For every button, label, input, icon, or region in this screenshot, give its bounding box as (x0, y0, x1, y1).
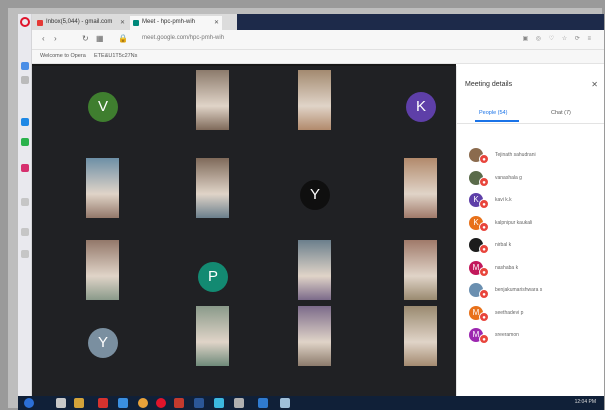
instagram-icon[interactable] (21, 164, 29, 172)
app-icon[interactable] (258, 398, 268, 408)
meet-grid: V K Y P Y (32, 66, 456, 396)
app-icon[interactable] (214, 398, 224, 408)
word-icon[interactable] (194, 398, 204, 408)
participant-video[interactable] (196, 158, 229, 218)
reload-icon[interactable]: ↻ (82, 34, 89, 43)
chrome-icon[interactable] (138, 398, 148, 408)
participant-video[interactable] (404, 306, 437, 366)
meeting-details-panel: Meeting details ✕ People (54) Chat (7) ●… (456, 66, 604, 396)
url-field[interactable]: meet.google.com/hpc-pmh-wih (142, 35, 224, 41)
meet-icon (133, 20, 139, 26)
participant-video[interactable] (298, 240, 331, 300)
tab-chat[interactable]: Chat (7) (551, 110, 571, 116)
app-icon[interactable] (234, 398, 244, 408)
participant-name: seethadevi p (495, 309, 524, 316)
send-icon[interactable] (21, 198, 29, 206)
tab-bar: Inbox(5,044) - gmail.com ✕ Meet - hpc-pm… (32, 14, 604, 30)
start-icon[interactable] (24, 398, 34, 408)
participant-video[interactable] (298, 70, 331, 130)
muted-mic-icon: ● (479, 289, 489, 299)
participant-row[interactable]: K ● kalpnipur kaukali (469, 214, 599, 236)
muted-mic-icon: ● (479, 154, 489, 164)
muted-mic-icon: ● (479, 244, 489, 254)
participant-avatar[interactable]: Y (88, 328, 118, 358)
forward-icon[interactable]: › (54, 34, 57, 43)
participant-name: Tejinath sahudrani (495, 152, 536, 158)
opera-sidebar (18, 14, 32, 396)
participant-row[interactable]: ● nirbal k (469, 236, 599, 258)
app-icon[interactable] (280, 398, 290, 408)
gmail-icon (37, 20, 43, 26)
bookmark-item[interactable]: ETE&U1T5c27Ns (94, 53, 137, 59)
speed-dial-icon[interactable]: ▦ (96, 34, 104, 43)
muted-mic-icon: ● (479, 199, 489, 209)
folder-icon[interactable] (74, 398, 84, 408)
opera-icon[interactable] (156, 398, 166, 408)
muted-mic-icon: ● (479, 334, 489, 344)
bookmarks-bar: Welcome to Opera ETE&U1T5c27Ns (32, 50, 604, 64)
tab-people[interactable]: People (54) (479, 110, 507, 116)
screen: Inbox(5,044) - gmail.com ✕ Meet - hpc-pm… (18, 14, 604, 410)
clock: 12:04 PM (574, 399, 596, 405)
participant-name: kalpnipur kaukali (495, 219, 533, 226)
messenger-icon[interactable] (21, 62, 29, 70)
tab-gmail[interactable]: Inbox(5,044) - gmail.com ✕ (34, 16, 128, 30)
participant-video[interactable] (196, 70, 229, 130)
bookmark-item[interactable]: Welcome to Opera (40, 53, 86, 59)
participant-avatar[interactable]: P (198, 262, 228, 292)
participant-row[interactable]: K ● kavi k.k (469, 191, 599, 213)
participant-name: nirbal k (495, 242, 512, 248)
taskbar: 12:04 PM (18, 396, 604, 410)
history-icon[interactable] (21, 76, 29, 84)
panel-title: Meeting details (465, 81, 513, 88)
divider (457, 123, 604, 124)
participant-name: benjakumarishwara s (495, 287, 543, 293)
active-tab-indicator (475, 120, 519, 122)
participant-avatar[interactable]: V (88, 92, 118, 122)
participant-video[interactable] (404, 158, 437, 218)
participant-video[interactable] (196, 306, 229, 366)
file-icon[interactable] (56, 398, 66, 408)
participant-row[interactable]: ● benjakumarishwara s (469, 281, 599, 303)
participant-video[interactable] (404, 240, 437, 300)
clock-icon[interactable] (21, 250, 29, 258)
whatsapp-icon[interactable] (21, 138, 29, 146)
tab-label: Meet - hpc-pmh-wih (142, 19, 196, 25)
lock-icon[interactable]: 🔒 (118, 34, 128, 43)
participant-avatar[interactable]: K (406, 92, 436, 122)
participant-row[interactable]: M ● nashaba k (469, 259, 599, 281)
close-tab-icon[interactable]: ✕ (120, 19, 125, 26)
participant-video[interactable] (86, 158, 119, 218)
close-tab-icon[interactable]: ✕ (214, 19, 219, 26)
app-icon[interactable] (98, 398, 108, 408)
participant-row[interactable]: M ● seethadevi p (469, 304, 599, 326)
participant-name: nashaba k (495, 264, 519, 271)
telegram-icon[interactable] (21, 118, 29, 126)
address-bar: ‹ › ↻ ▦ 🔒 meet.google.com/hpc-pmh-wih ▣ … (32, 30, 604, 50)
back-icon[interactable]: ‹ (42, 34, 45, 43)
participant-avatar[interactable]: Y (300, 180, 330, 210)
pdf-icon[interactable] (174, 398, 184, 408)
participant-row[interactable]: ● Tejinath sahudrani (469, 146, 599, 168)
address-bar-actions[interactable]: ▣ ◎ ♡ ☆ ⟳ ≡ (522, 35, 594, 42)
participant-video[interactable] (298, 306, 331, 366)
participant-name: vanashala g (495, 174, 522, 181)
muted-mic-icon: ● (479, 221, 489, 232)
participant-row[interactable]: ● vanashala g (469, 169, 599, 191)
participant-row[interactable]: M ● sreeramon (469, 326, 599, 348)
participant-video[interactable] (86, 240, 119, 300)
participant-name: kavi k.k (495, 197, 512, 203)
muted-mic-icon: ● (479, 311, 489, 322)
participant-name: sreeramon (495, 332, 519, 338)
tab-meet[interactable]: Meet - hpc-pmh-wih ✕ (130, 16, 222, 30)
heart-icon[interactable] (21, 228, 29, 236)
tab-label: Inbox(5,044) - gmail.com (46, 19, 113, 25)
opera-logo-icon[interactable] (20, 17, 30, 27)
muted-mic-icon: ● (479, 176, 489, 187)
muted-mic-icon: ● (479, 266, 489, 277)
close-icon[interactable]: ✕ (591, 80, 598, 89)
tab-strip-background (237, 14, 604, 30)
app-icon[interactable] (118, 398, 128, 408)
